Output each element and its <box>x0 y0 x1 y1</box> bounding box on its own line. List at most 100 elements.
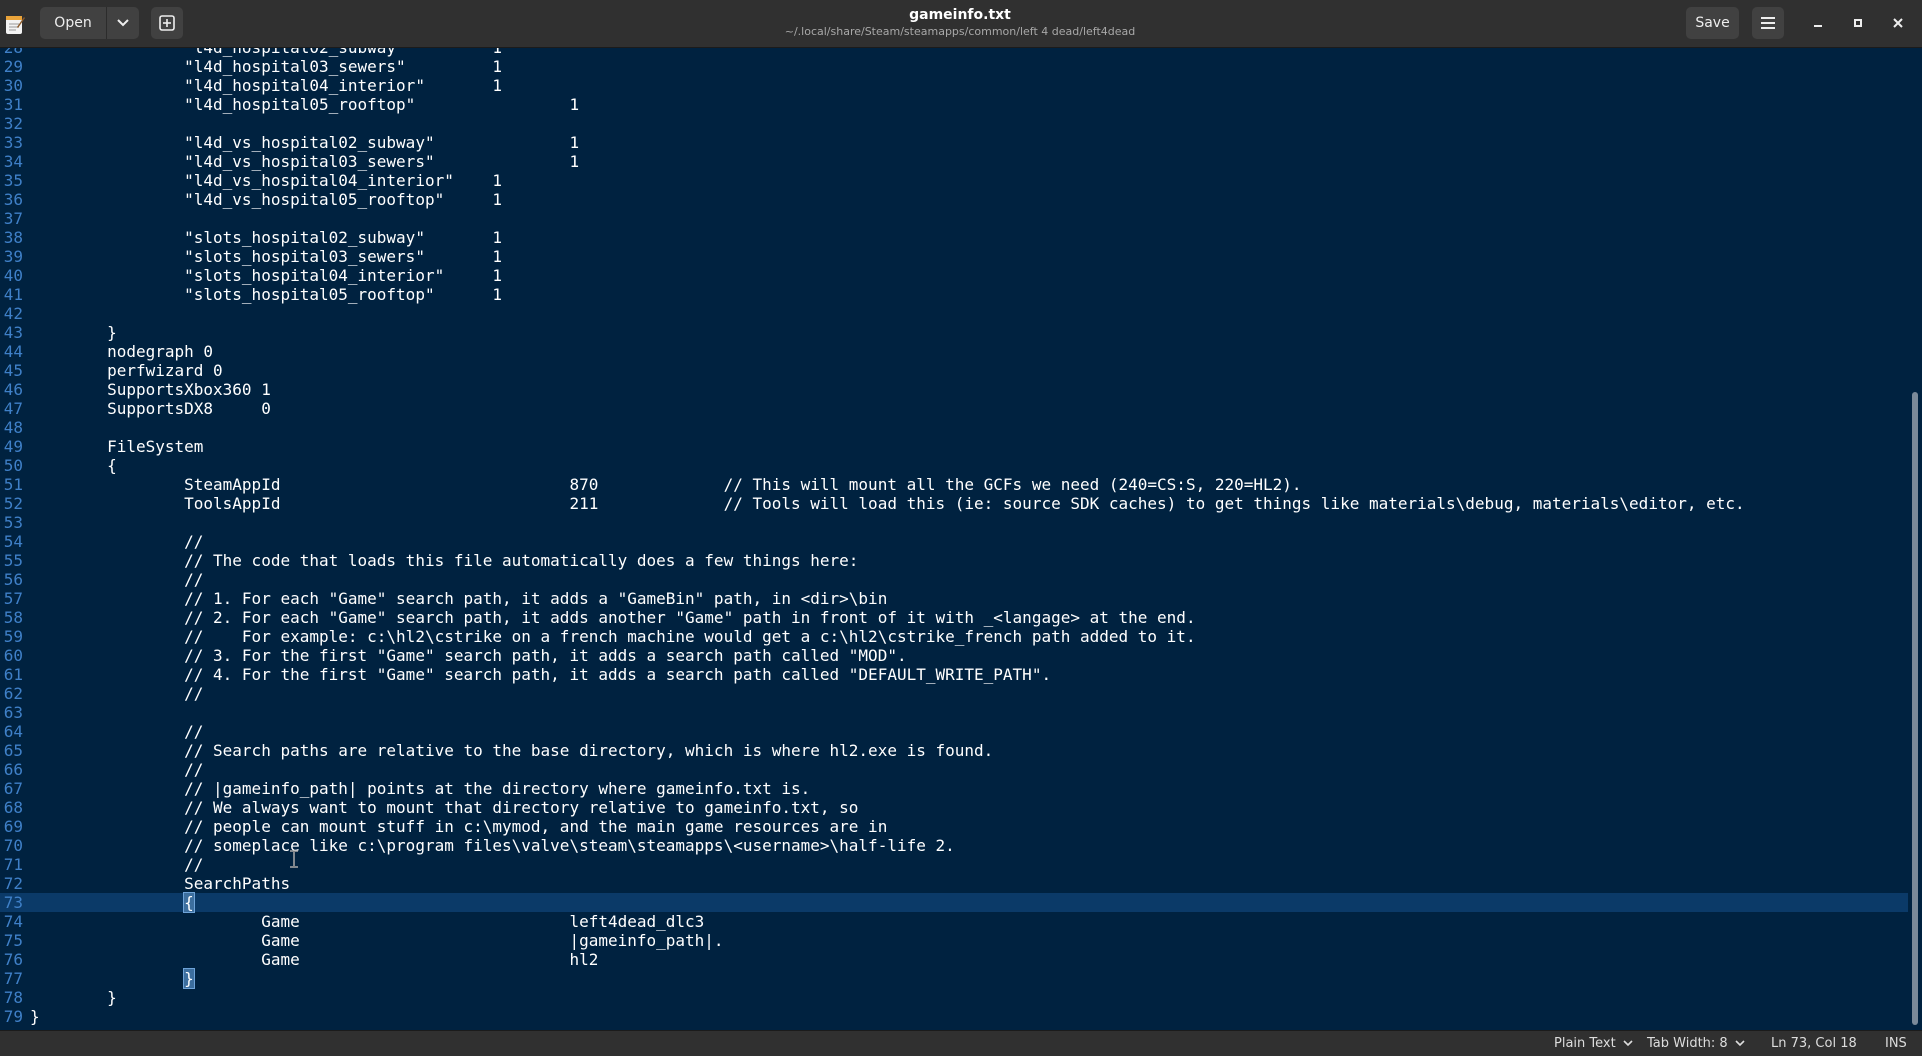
code-line[interactable]: 64 // <box>0 722 1908 741</box>
line-number: 63 <box>3 703 23 722</box>
line-number: 39 <box>3 247 23 266</box>
language-selector[interactable]: Plain Text <box>1554 1036 1633 1051</box>
minimize-button[interactable] <box>1806 11 1830 35</box>
code-line[interactable]: 45 perfwizard 0 <box>0 361 1908 380</box>
line-text: // |gameinfo_path| points at the directo… <box>30 779 811 798</box>
line-number: 60 <box>3 646 23 665</box>
text-editor-area[interactable]: 28 "l4d_hospital02_subway" 129 "l4d_hosp… <box>0 48 1908 1030</box>
line-number: 28 <box>0 48 23 57</box>
code-line[interactable]: 38 "slots_hospital02_subway" 1 <box>0 228 1908 247</box>
code-line[interactable]: 55 // The code that loads this file auto… <box>0 551 1908 570</box>
code-line[interactable]: 52 ToolsAppId 211 // Tools will load thi… <box>0 494 1908 513</box>
code-line[interactable]: 51 SteamAppId 870 // This will mount all… <box>0 475 1908 494</box>
line-number: 41 <box>3 285 23 304</box>
code-line[interactable]: 47 SupportsDX8 0 <box>0 399 1908 418</box>
line-number: 29 <box>3 57 23 76</box>
code-line[interactable]: 29 "l4d_hospital03_sewers" 1 <box>0 57 1908 76</box>
code-line[interactable]: 72 SearchPaths <box>0 874 1908 893</box>
line-text: Game left4dead_dlc3 <box>30 912 705 931</box>
code-line[interactable]: 78 } <box>0 988 1908 1007</box>
line-number: 71 <box>3 855 23 874</box>
line-number: 52 <box>3 494 23 513</box>
line-number: 46 <box>3 380 23 399</box>
code-line[interactable]: 34 "l4d_vs_hospital03_sewers" 1 <box>0 152 1908 171</box>
code-line[interactable]: 71 // <box>0 855 1908 874</box>
code-line[interactable]: 54 // <box>0 532 1908 551</box>
line-number: 32 <box>3 114 23 133</box>
code-line[interactable]: 65 // Search paths are relative to the b… <box>0 741 1908 760</box>
header-bar: Open gameinfo.txt ~/.local/share/Steam/s… <box>0 0 1922 48</box>
code-line[interactable]: 35 "l4d_vs_hospital04_interior" 1 <box>0 171 1908 190</box>
main-menu-button[interactable] <box>1752 7 1784 39</box>
code-line[interactable]: 59 // For example: c:\hl2\cstrike on a f… <box>0 627 1908 646</box>
code-line[interactable]: 53 <box>0 513 1908 532</box>
code-line[interactable]: 43 } <box>0 323 1908 342</box>
save-button[interactable]: Save <box>1686 7 1739 39</box>
code-line[interactable]: 61 // 4. For the first "Game" search pat… <box>0 665 1908 684</box>
line-text: } <box>30 988 117 1007</box>
code-line[interactable]: 56 // <box>0 570 1908 589</box>
code-line[interactable]: 66 // <box>0 760 1908 779</box>
code-line[interactable]: 28 "l4d_hospital02_subway" 1 <box>0 48 1908 57</box>
code-line[interactable]: 70 // someplace like c:\program files\va… <box>0 836 1908 855</box>
code-line[interactable]: 37 <box>0 209 1908 228</box>
maximize-button[interactable] <box>1846 11 1870 35</box>
line-text: FileSystem <box>30 437 204 456</box>
line-text: Game |gameinfo_path|. <box>30 931 724 950</box>
code-line[interactable]: 36 "l4d_vs_hospital05_rooftop" 1 <box>0 190 1908 209</box>
code-line[interactable]: 76 Game hl2 <box>0 950 1908 969</box>
open-button[interactable]: Open <box>40 7 107 39</box>
line-number: 76 <box>3 950 23 969</box>
text-cursor-ibeam-icon <box>290 850 298 868</box>
insert-mode-indicator: INS <box>1885 1036 1907 1051</box>
cursor-position[interactable]: Ln 73, Col 18 <box>1771 1036 1857 1051</box>
line-number: 47 <box>3 399 23 418</box>
tab-width-selector[interactable]: Tab Width: 8 <box>1647 1036 1745 1051</box>
code-line[interactable]: 33 "l4d_vs_hospital02_subway" 1 <box>0 133 1908 152</box>
line-text: { <box>30 456 117 475</box>
line-number: 64 <box>3 722 23 741</box>
line-text: // someplace like c:\program files\valve… <box>30 836 955 855</box>
code-line[interactable]: 67 // |gameinfo_path| points at the dire… <box>0 779 1908 798</box>
code-line[interactable]: 69 // people can mount stuff in c:\mymod… <box>0 817 1908 836</box>
code-line[interactable]: 58 // 2. For each "Game" search path, it… <box>0 608 1908 627</box>
line-number: 33 <box>3 133 23 152</box>
new-tab-button[interactable] <box>151 7 183 39</box>
code-line[interactable]: 39 "slots_hospital03_sewers" 1 <box>0 247 1908 266</box>
code-line[interactable]: 68 // We always want to mount that direc… <box>0 798 1908 817</box>
code-line[interactable]: 32 <box>0 114 1908 133</box>
close-button[interactable] <box>1886 11 1910 35</box>
code-line[interactable]: 57 // 1. For each "Game" search path, it… <box>0 589 1908 608</box>
code-line[interactable]: 79} <box>0 1007 1908 1026</box>
code-line[interactable]: 49 FileSystem <box>0 437 1908 456</box>
code-line[interactable]: 62 // <box>0 684 1908 703</box>
code-line[interactable]: 42 <box>0 304 1908 323</box>
open-recent-dropdown-button[interactable] <box>107 7 139 39</box>
code-line[interactable]: 77 } <box>0 968 1908 989</box>
line-number: 45 <box>3 361 23 380</box>
code-line[interactable]: 46 SupportsXbox360 1 <box>0 380 1908 399</box>
code-line[interactable]: 63 <box>0 703 1908 722</box>
code-line[interactable]: 44 nodegraph 0 <box>0 342 1908 361</box>
scrollbar-thumb[interactable] <box>1912 392 1918 1025</box>
code-line[interactable]: 74 Game left4dead_dlc3 <box>0 912 1908 931</box>
code-line[interactable]: 40 "slots_hospital04_interior" 1 <box>0 266 1908 285</box>
code-line[interactable]: 48 <box>0 418 1908 437</box>
line-number: 79 <box>3 1007 23 1026</box>
code-line[interactable]: 30 "l4d_hospital04_interior" 1 <box>0 76 1908 95</box>
line-number: 53 <box>3 513 23 532</box>
line-text: SteamAppId 870 // This will mount all th… <box>30 475 1302 494</box>
line-text: // <box>30 570 204 589</box>
code-line[interactable]: 50 { <box>0 456 1908 475</box>
code-line[interactable]: 73 { <box>0 892 1908 913</box>
code-line[interactable]: 41 "slots_hospital05_rooftop" 1 <box>0 285 1908 304</box>
line-text: "slots_hospital04_interior" 1 <box>30 266 503 285</box>
line-text: "l4d_hospital05_rooftop" 1 <box>30 95 580 114</box>
status-bar: Plain Text Tab Width: 8 Ln 73, Col 18 IN… <box>0 1030 1922 1056</box>
code-line[interactable]: 75 Game |gameinfo_path|. <box>0 931 1908 950</box>
line-text: // For example: c:\hl2\cstrike on a fren… <box>30 627 1196 646</box>
code-line[interactable]: 60 // 3. For the first "Game" search pat… <box>0 646 1908 665</box>
line-number: 69 <box>3 817 23 836</box>
code-line[interactable]: 31 "l4d_hospital05_rooftop" 1 <box>0 95 1908 114</box>
line-number: 55 <box>3 551 23 570</box>
